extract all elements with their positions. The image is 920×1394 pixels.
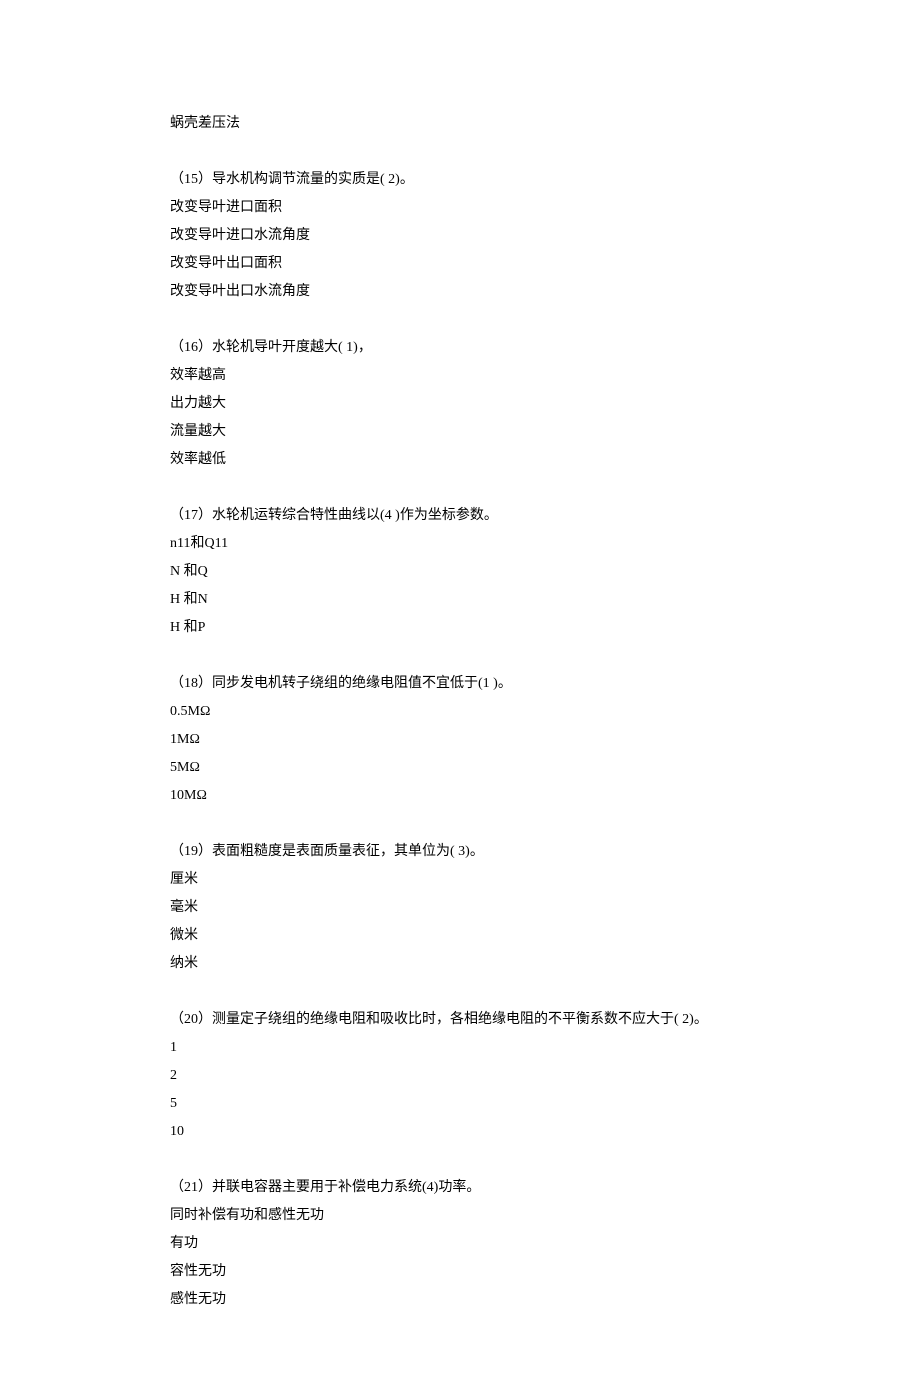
- question-stem: （17）水轮机运转综合特性曲线以(4 )作为坐标参数。: [170, 502, 750, 530]
- question-stem: （18）同步发电机转子绕组的绝缘电阻值不宜低于(1 )。: [170, 670, 750, 698]
- option: 有功: [170, 1230, 750, 1258]
- question-stem: （15）导水机构调节流量的实质是( 2)。: [170, 166, 750, 194]
- question-15: （15）导水机构调节流量的实质是( 2)。 改变导叶进口面积 改变导叶进口水流角…: [170, 166, 750, 306]
- option: 改变导叶进口水流角度: [170, 222, 750, 250]
- option: N 和Q: [170, 558, 750, 586]
- blank-line: [170, 1146, 750, 1174]
- option: 厘米: [170, 866, 750, 894]
- option: 效率越低: [170, 446, 750, 474]
- option: 5: [170, 1090, 750, 1118]
- blank-line: [170, 138, 750, 166]
- option: 10MΩ: [170, 782, 750, 810]
- question-20: （20）测量定子绕组的绝缘电阻和吸收比时，各相绝缘电阻的不平衡系数不应大于( 2…: [170, 1006, 750, 1146]
- option: 5MΩ: [170, 754, 750, 782]
- option: 10: [170, 1118, 750, 1146]
- question-stem: （16）水轮机导叶开度越大( 1)，: [170, 334, 750, 362]
- blank-line: [170, 474, 750, 502]
- option: 同时补偿有功和感性无功: [170, 1202, 750, 1230]
- blank-line: [170, 978, 750, 1006]
- option: 效率越高: [170, 362, 750, 390]
- option: 流量越大: [170, 418, 750, 446]
- blank-line: [170, 306, 750, 334]
- question-stem: （19）表面粗糙度是表面质量表征，其单位为( 3)。: [170, 838, 750, 866]
- option: H 和N: [170, 586, 750, 614]
- option: 容性无功: [170, 1258, 750, 1286]
- option: H 和P: [170, 614, 750, 642]
- question-17: （17）水轮机运转综合特性曲线以(4 )作为坐标参数。 n11和Q11 N 和Q…: [170, 502, 750, 642]
- question-21: （21）并联电容器主要用于补偿电力系统(4)功率。 同时补偿有功和感性无功 有功…: [170, 1174, 750, 1314]
- blank-line: [170, 810, 750, 838]
- blank-line: [170, 642, 750, 670]
- option: 毫米: [170, 894, 750, 922]
- option: 改变导叶进口面积: [170, 194, 750, 222]
- pre-line: 蜗壳差压法: [170, 110, 750, 138]
- option: 0.5MΩ: [170, 698, 750, 726]
- option: 感性无功: [170, 1286, 750, 1314]
- option: 出力越大: [170, 390, 750, 418]
- option: n11和Q11: [170, 530, 750, 558]
- option: 纳米: [170, 950, 750, 978]
- document-page: 蜗壳差压法 （15）导水机构调节流量的实质是( 2)。 改变导叶进口面积 改变导…: [0, 0, 920, 1394]
- question-19: （19）表面粗糙度是表面质量表征，其单位为( 3)。 厘米 毫米 微米 纳米: [170, 838, 750, 978]
- option: 微米: [170, 922, 750, 950]
- option: 1: [170, 1034, 750, 1062]
- option: 改变导叶出口面积: [170, 250, 750, 278]
- option: 2: [170, 1062, 750, 1090]
- question-16: （16）水轮机导叶开度越大( 1)， 效率越高 出力越大 流量越大 效率越低: [170, 334, 750, 474]
- question-stem: （20）测量定子绕组的绝缘电阻和吸收比时，各相绝缘电阻的不平衡系数不应大于( 2…: [170, 1006, 750, 1034]
- question-stem: （21）并联电容器主要用于补偿电力系统(4)功率。: [170, 1174, 750, 1202]
- option: 1MΩ: [170, 726, 750, 754]
- option: 改变导叶出口水流角度: [170, 278, 750, 306]
- question-18: （18）同步发电机转子绕组的绝缘电阻值不宜低于(1 )。 0.5MΩ 1MΩ 5…: [170, 670, 750, 810]
